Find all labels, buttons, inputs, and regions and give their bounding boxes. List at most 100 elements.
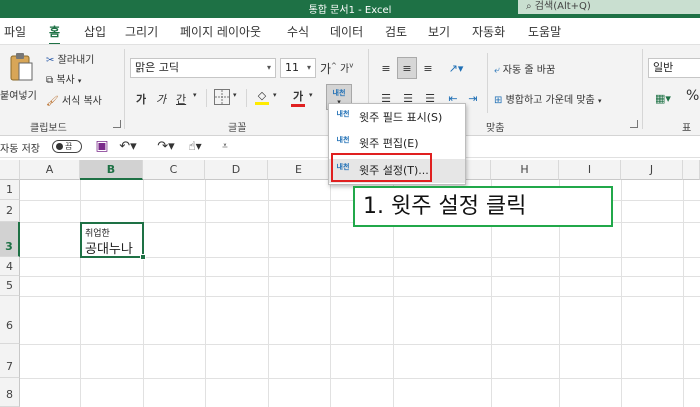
menu-item-label: 윗주 필드 표시(S) [359,111,443,124]
grid-line [621,180,622,407]
menu-item-show-phonetic[interactable]: 내천 윗주 필드 표시(S) [329,106,465,130]
increase-indent-icon[interactable]: ⇥ [464,89,482,107]
currency-icon[interactable]: ▦▾ [652,89,674,107]
tab-insert[interactable]: 삽입 [84,23,106,40]
align-top-icon[interactable]: ≡ [377,59,395,77]
row-header-5[interactable]: 5 [0,276,20,296]
merge-center-button[interactable]: ⊞ 병합하고 가운데 맞춤 ▾ [494,91,601,106]
divider [246,89,247,107]
alignment-launcher-icon[interactable] [630,120,638,128]
tab-page-layout[interactable]: 페이지 레이아웃 [180,23,261,40]
column-header-i[interactable]: I [559,160,621,180]
divider [642,49,643,129]
font-color-button[interactable]: 가 [290,87,306,107]
font-size-select[interactable]: 11 ▾ [280,58,316,78]
chevron-down-icon: ▾ [306,63,311,72]
align-middle-icon[interactable]: ≡ [397,57,417,79]
bold-button[interactable]: 가 [136,91,146,107]
format-painter-button[interactable]: 🖌 서식 복사 [46,92,102,107]
customize-qat-icon[interactable]: ⩡ [218,138,232,154]
chevron-down-icon[interactable]: ▾ [193,91,197,99]
column-header-c[interactable]: C [143,160,205,180]
grid-line [20,344,700,345]
paste-button[interactable] [6,51,36,85]
row-header-6[interactable]: 6 [0,296,20,344]
tab-formulas[interactable]: 수식 [287,23,309,40]
italic-button[interactable]: 가 [156,91,166,107]
orientation-icon[interactable]: ↗▾ [444,59,468,77]
redo-icon[interactable]: ↷▾ [156,138,176,154]
select-all-corner[interactable] [0,160,20,180]
number-format-select[interactable]: 일반 [648,58,700,78]
tab-view[interactable]: 보기 [428,23,450,40]
wrap-text-label: 자동 줄 바꿈 [502,65,556,76]
grid-line [268,180,269,407]
phonetic-icon: 내천 [332,88,346,97]
chevron-down-icon[interactable]: ▾ [233,91,237,99]
tab-data[interactable]: 데이터 [330,23,363,40]
paintbrush-icon: 🖌 [46,96,59,107]
row-header-2[interactable]: 2 [0,200,20,222]
cell-b3[interactable]: 취업한 공대누나 [80,222,146,260]
tab-review[interactable]: 검토 [385,23,407,40]
autosave-toggle[interactable]: 끔 [52,140,82,153]
grid-line [80,180,81,407]
underline-button[interactable]: 간 [176,91,186,107]
search-box[interactable]: ⌕ 검색(Alt+Q) [518,0,700,14]
row-header-3[interactable]: 3 [0,222,20,257]
merge-icon: ⊞ [494,95,503,106]
column-header-k[interactable] [683,160,700,180]
save-icon[interactable]: ▣ [94,138,110,154]
clipboard-icon [10,53,33,81]
alignment-group-label: 맞춤 [486,123,505,134]
column-header-b[interactable]: B [80,160,143,180]
tab-file[interactable]: 파일 [4,23,26,40]
grid-line [20,296,700,297]
divider [206,89,207,107]
percent-button[interactable]: % [686,88,699,104]
column-header-d[interactable]: D [205,160,268,180]
tab-help[interactable]: 도움말 [528,23,561,40]
row-header-4[interactable]: 4 [0,257,20,276]
font-name-value: 맑은 고딕 [135,61,179,74]
align-bottom-icon[interactable]: ≡ [419,59,437,77]
row-header-1[interactable]: 1 [0,180,20,200]
clipboard-launcher-icon[interactable] [113,120,121,128]
highlight-box [331,153,432,182]
shrink-font-button[interactable]: 가v [340,60,353,75]
column-header-h[interactable]: H [491,160,559,180]
scissors-icon: ✂ [46,55,55,66]
column-header-j[interactable]: J [621,160,683,180]
border-icon[interactable] [214,89,230,105]
chevron-down-icon[interactable]: ▾ [273,91,277,99]
wrap-text-button[interactable]: ⤶ 자동 줄 바꿈 [494,61,555,76]
row-header-7[interactable]: 7 [0,344,20,378]
chevron-down-icon[interactable]: ▾ [309,91,313,99]
undo-icon[interactable]: ↶▾ [118,138,138,154]
tab-automate[interactable]: 자동화 [472,23,505,40]
font-name-select[interactable]: 맑은 고딕 ▾ [130,58,276,78]
column-header-a[interactable]: A [20,160,80,180]
grow-font-glyph: 가 [320,62,332,76]
grid-line [143,180,144,407]
divider [124,49,125,129]
fill-color-button[interactable]: ◇ [254,87,270,107]
fill-color-swatch [255,102,269,105]
tab-home[interactable]: 홈 [49,23,61,46]
grow-font-button[interactable]: 가^ [320,60,337,77]
column-header-e[interactable]: E [268,160,330,180]
font-color-glyph: 가 [292,89,304,103]
grid-line [205,180,206,407]
touch-mode-icon[interactable]: ☝▾ [186,138,204,154]
row-header-8[interactable]: 8 [0,378,20,407]
phonetic-edit-icon: 내천 [336,136,350,144]
phonetic-show-icon: 내천 [336,110,350,118]
toggle-knob [56,143,63,150]
cut-button[interactable]: ✂ 잘라내기 [46,51,94,66]
tab-draw[interactable]: 그리기 [125,23,158,40]
fill-handle[interactable] [140,254,146,260]
toggle-state: 끔 [65,142,73,151]
copy-button[interactable]: ⧉ 복사 ▾ [46,71,81,86]
autosave-label: 자동 저장 [0,144,40,155]
grid-border-icon [215,90,229,104]
